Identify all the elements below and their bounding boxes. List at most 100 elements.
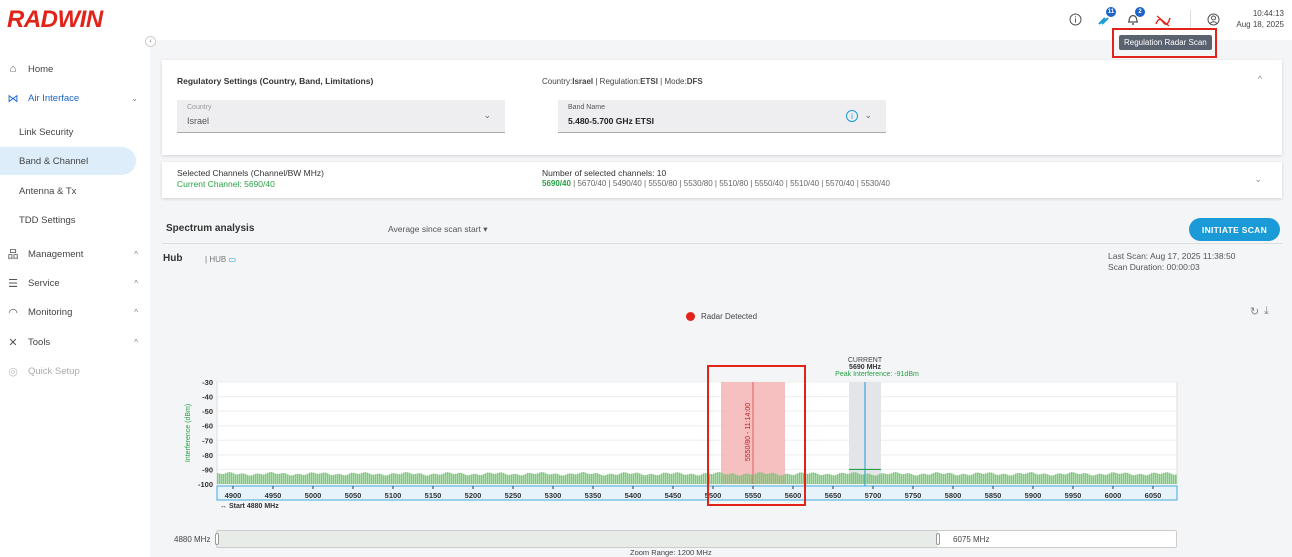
spectrum-bar [725,474,727,484]
chevron-down-icon[interactable]: ⌄ [1254,174,1262,185]
spectrum-bar [1075,473,1077,484]
spectrum-bar [807,473,809,484]
spectrum-bar [1023,473,1025,484]
spectrum-bar [505,474,507,484]
sidebar-item-antenna-tx[interactable]: Antenna & Tx [0,177,136,205]
sidebar-item-service[interactable]: ☰ Service ^ [0,269,150,297]
spectrum-bar [1175,474,1177,484]
spectrum-bar [359,473,361,484]
sidebar-item-home[interactable]: ⌂ Home [0,55,150,83]
spectrum-bar [935,472,937,484]
spectrum-bar [319,473,321,484]
zoom-handle-left[interactable] [215,533,219,545]
sidebar-item-label: Home [28,63,54,75]
spectrum-bar [471,474,473,484]
link-badge: 11 [1106,7,1116,17]
spectrum-bar [973,473,975,484]
bell-icon[interactable]: 2 [1124,7,1145,28]
sidebar-collapse-button[interactable]: ‹ [145,36,156,47]
spectrum-bar [657,475,659,484]
selected-channels-card[interactable]: Selected Channels (Channel/BW MHz) Curre… [162,162,1282,198]
spectrum-bar [495,473,497,484]
refresh-icon[interactable]: ↻ [1250,305,1259,318]
spectrum-bar [1003,473,1005,484]
spectrum-bar [879,473,881,484]
spectrum-bar [753,474,755,484]
spectrum-bar [569,473,571,484]
spectrum-bar [311,472,313,484]
sidebar-item-link-security[interactable]: Link Security [0,118,136,146]
spectrum-bar [559,474,561,484]
spectrum-bar [827,473,829,484]
spectrum-bar [627,473,629,484]
spectrum-bar [405,472,407,484]
chevron-up-icon[interactable]: ^ [1258,74,1262,84]
spectrum-bar [543,472,545,484]
spectrum-bar [1015,473,1017,484]
spectrum-bar [737,475,739,484]
x-tick-label: 5000 [305,491,322,500]
spectrum-bar [373,474,375,484]
spectrum-bar [811,472,813,484]
spectrum-bar [489,472,491,484]
sidebar-item-tdd-settings[interactable]: TDD Settings [0,206,136,234]
band-name-select[interactable]: Band Name 5.480-5.700 GHz ETSI i ⌄ [558,100,886,133]
x-tick-label: 5150 [425,491,442,500]
spectrum-bar [237,474,239,484]
spectrum-bar [1123,472,1125,484]
spectrum-bar [631,473,633,484]
clock-date: Aug 18, 2025 [1236,20,1284,29]
spectrum-bar [603,475,605,484]
spectrum-bar [617,474,619,484]
country-select[interactable]: Country Israel ⌄ [177,100,505,133]
spectrum-bar [371,474,373,484]
spectrum-bar [731,473,733,484]
spectrum-bar [717,472,719,484]
scan-duration: Scan Duration: 00:00:03 [1108,262,1200,272]
spectrum-bar [363,472,365,484]
info-circle-icon[interactable] [1066,10,1084,28]
spectrum-bar [615,474,617,484]
spectrum-bar [777,474,779,484]
spectrum-bar [1071,472,1073,484]
radar-scan-icon[interactable] [1154,12,1172,30]
spectrum-bar [571,473,573,484]
initiate-scan-button[interactable]: INITIATE SCAN [1189,218,1280,241]
sidebar-item-monitoring[interactable]: ◠ Monitoring ^ [0,298,150,326]
spectrum-bar [1017,472,1019,484]
topbar-divider [1190,10,1191,30]
spectrum-bar [705,473,707,484]
spectrum-bar [877,474,879,484]
spectrum-bar [259,473,261,484]
spectrum-bar [573,474,575,484]
sidebar-item-band-channel[interactable]: Band & Channel [0,147,136,175]
spectrum-bar [619,473,621,484]
spectrum-bar [721,472,723,484]
spectrum-bar [269,472,271,484]
spectrum-bar [907,473,909,484]
zoom-slider[interactable] [215,530,1177,548]
top-bar: RADWIN 11 2 10:44:13 Aug 18, 2025 [0,0,1292,40]
spectrum-bar [297,473,299,484]
average-mode-select[interactable]: Average since scan start ▾ [388,224,488,235]
zoom-range-label: Zoom Range: 1200 MHz [630,548,712,557]
sidebar-item-label: Tools [28,336,51,348]
spectrum-bar [367,472,369,484]
download-icon[interactable]: ⤓ [1264,305,1269,318]
spectrum-bar [287,474,289,484]
sidebar-item-management[interactable]: 品 Management ^ [0,240,150,268]
sidebar-item-air-interface[interactable]: ⋈ Air Interface ⌄ [0,84,150,112]
sidebar-item-tools[interactable]: ✕ Tools ^ [0,328,150,356]
chevron-up-icon: ^ [134,278,138,288]
info-circle-icon[interactable]: i [846,110,858,122]
spectrum-bar [761,472,763,484]
user-account-icon[interactable] [1204,10,1222,28]
spectrum-bar [917,475,919,484]
spectrum-bar [891,473,893,484]
link-status-icon[interactable]: 11 [1095,7,1116,28]
spectrum-bar [1155,472,1157,484]
zoom-handle-right[interactable] [936,533,940,545]
spectrum-bar [625,472,627,484]
country-value: Israel [572,77,594,86]
spectrum-bar [1141,474,1143,484]
